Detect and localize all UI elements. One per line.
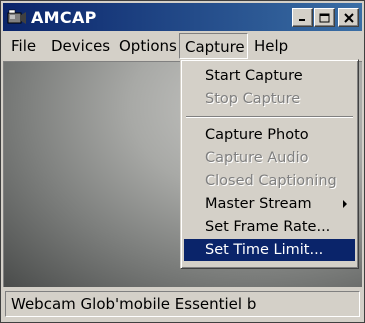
capture-dropdown-menu: Start Capture Stop Capture Capture Photo… (180, 59, 359, 269)
menu-item-set-frame-rate[interactable]: Set Frame Rate... (184, 216, 355, 238)
menu-item-closed-captioning[interactable]: Closed Captioning (184, 170, 355, 192)
menu-item-set-time-limit[interactable]: Set Time Limit... (184, 239, 355, 261)
menu-item-start-capture[interactable]: Start Capture (184, 65, 355, 87)
menu-devices[interactable]: Devices (51, 33, 110, 59)
close-icon (343, 12, 354, 23)
close-button[interactable] (338, 8, 359, 27)
menu-capture[interactable]: Capture (179, 33, 248, 59)
menu-item-master-stream[interactable]: Master Stream (184, 193, 355, 215)
minimize-button[interactable] (292, 8, 313, 27)
menu-help[interactable]: Help (254, 33, 288, 59)
camera-app-icon (7, 9, 26, 24)
status-bar: Webcam Glob'mobile Essentiel b (5, 291, 360, 317)
menu-item-capture-audio[interactable]: Capture Audio (184, 147, 355, 169)
maximize-button[interactable] (314, 8, 335, 27)
menu-item-stop-capture[interactable]: Stop Capture (184, 88, 355, 110)
menu-separator (186, 116, 353, 118)
menu-item-capture-photo[interactable]: Capture Photo (184, 124, 355, 146)
menu-bar: File Devices Options Capture Help (3, 33, 362, 59)
menu-options[interactable]: Options (119, 33, 177, 59)
window-title: AMCAP (31, 8, 97, 27)
minimize-icon (299, 19, 305, 21)
maximize-icon (319, 13, 330, 22)
amcap-window: AMCAP File Devices Options Capture Help … (0, 0, 365, 323)
menu-item-master-stream-label: Master Stream (205, 196, 312, 212)
submenu-arrow-icon (343, 200, 347, 208)
menu-file[interactable]: File (11, 33, 36, 59)
title-bar[interactable]: AMCAP (3, 3, 362, 31)
status-text: Webcam Glob'mobile Essentiel b (11, 295, 257, 313)
